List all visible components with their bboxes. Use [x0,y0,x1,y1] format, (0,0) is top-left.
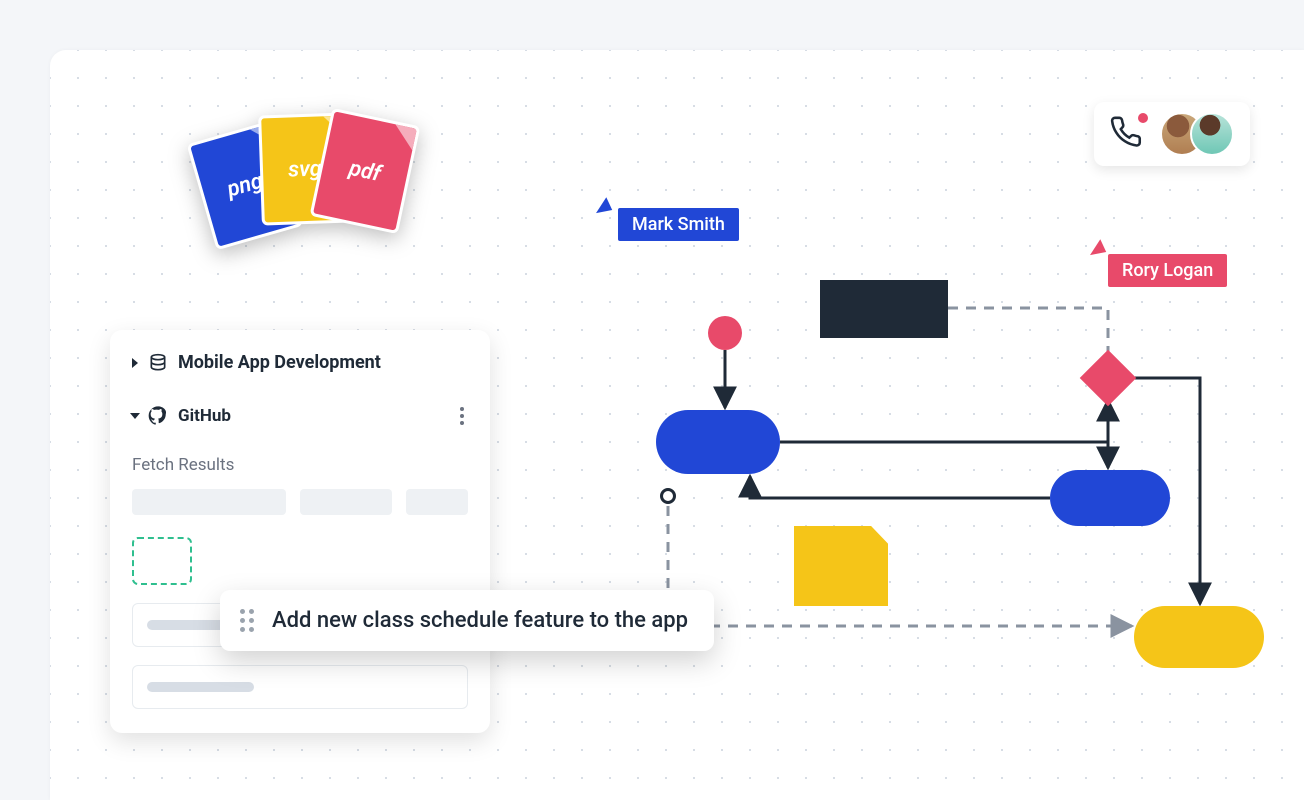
more-options-button[interactable] [456,403,468,429]
results-skeleton-row [132,489,468,515]
list-item[interactable] [132,665,468,709]
issue-card-text: Add new class schedule feature to the ap… [272,608,688,633]
integration-name: GitHub [178,406,231,426]
flow-sticky-note[interactable] [794,526,888,606]
flow-start-node[interactable] [708,316,742,350]
canvas-frame: png svg pdf Mark Smith Rory Logan [50,50,1304,800]
chevron-down-icon [130,413,140,419]
integration-tree-item[interactable]: GitHub [132,406,231,426]
kebab-dot-icon [460,407,464,411]
draggable-issue-card[interactable]: Add new class schedule feature to the ap… [220,590,714,651]
skeleton-bar [147,682,254,692]
drop-target-slot[interactable] [132,537,192,585]
flow-process-blue[interactable] [656,410,780,474]
database-icon [148,353,168,373]
flow-process-blue[interactable] [1050,470,1170,526]
flow-process-yellow[interactable] [1134,606,1264,668]
drag-handle-icon[interactable] [240,609,254,632]
integrations-panel: Mobile App Development GitHub Fetch Resu… [110,330,490,733]
flow-connector-dot[interactable] [660,488,676,504]
flow-process-dark[interactable] [820,280,948,338]
chevron-right-icon [132,358,138,368]
kebab-dot-icon [460,414,464,418]
panel-section-label: Fetch Results [132,455,468,475]
flow-decision-node[interactable] [1080,350,1137,407]
kebab-dot-icon [460,421,464,425]
skeleton-block [406,489,468,515]
project-tree-item[interactable]: Mobile App Development [132,352,468,373]
skeleton-block [300,489,392,515]
project-title: Mobile App Development [178,352,381,373]
github-icon [148,406,168,426]
skeleton-block [132,489,286,515]
